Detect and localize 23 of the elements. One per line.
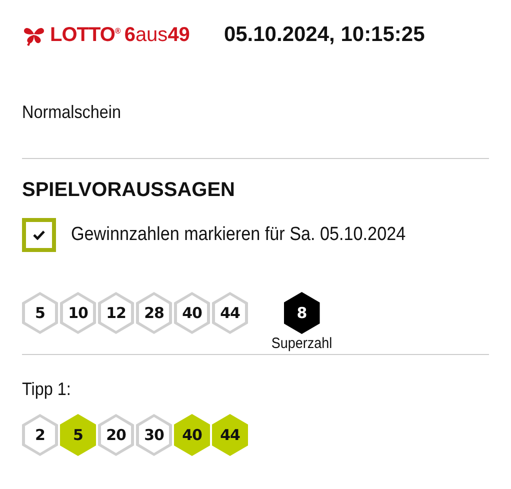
number-hex: 44 — [212, 414, 248, 456]
superzahl-label: Superzahl — [271, 335, 332, 352]
section-title: SPIELVORAUSSAGEN — [22, 179, 236, 202]
number-hex: 40 — [174, 414, 210, 456]
number-hex: 10 — [60, 292, 96, 334]
logo-game: 6aus49 — [124, 24, 190, 46]
number-hex: 12 — [98, 292, 134, 334]
number-hex: 2 — [22, 414, 58, 456]
number-hex: 5 — [22, 292, 58, 334]
number-hex: 5 — [60, 414, 96, 456]
number-hex: 30 — [136, 414, 172, 456]
logo-brand: LOTTO$^{®}$ — [50, 24, 120, 46]
date-time: 05.10.2024, 10:15:25 — [224, 23, 425, 47]
checkbox[interactable] — [22, 218, 56, 252]
number-hex: 44 — [212, 292, 248, 334]
number-hex: 28 — [136, 292, 172, 334]
number-hex: 40 — [174, 292, 210, 334]
number-hex: 8 — [284, 292, 320, 334]
number-hex: 20 — [98, 414, 134, 456]
check-icon — [33, 230, 45, 240]
ticket-type: Normalschein — [22, 102, 122, 124]
tip-label: Tipp 1: — [22, 379, 72, 400]
checkbox-label: Gewinnzahlen markieren für Sa. 05.10.2024 — [71, 224, 406, 246]
